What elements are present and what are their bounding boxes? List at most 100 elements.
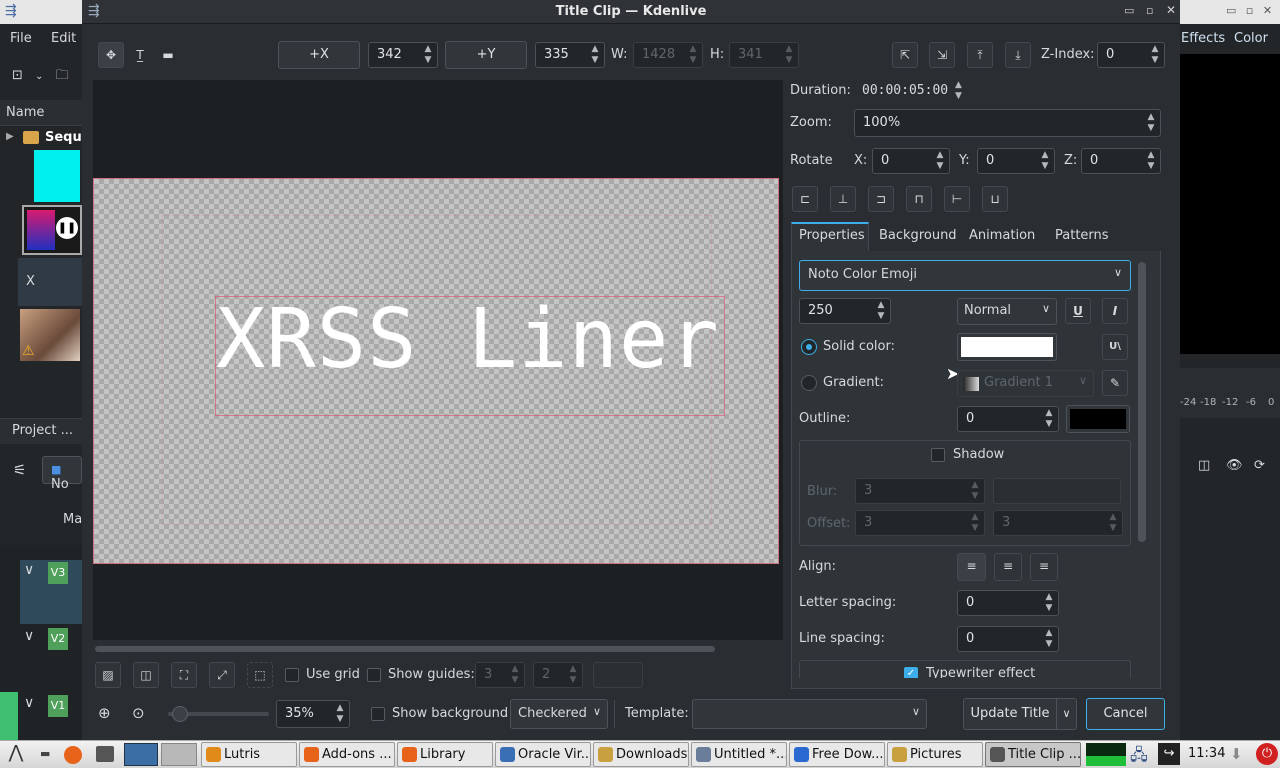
refresh-icon[interactable]: ⟳	[1254, 458, 1265, 473]
menu-edit[interactable]: Edit	[51, 31, 76, 46]
text-align-center-icon[interactable]: ≡	[994, 553, 1022, 581]
track-v2-collapse-icon[interactable]: ∨	[24, 628, 34, 644]
bg-maximize-icon[interactable]: ▫	[1246, 4, 1253, 17]
align-vcenter-icon[interactable]: ⊢	[944, 186, 970, 212]
folder-icon[interactable]: 🗀	[56, 68, 69, 83]
cancel-button[interactable]: Cancel	[1086, 698, 1165, 730]
height-spin[interactable]: 341 ▲ ▼	[729, 42, 799, 68]
outline-color-swatch[interactable]	[1066, 405, 1130, 433]
track-v2-badge[interactable]: V2	[48, 628, 68, 650]
zoom-percent-spin[interactable]: 35% ▲ ▼	[276, 700, 350, 728]
title-text[interactable]: XRSS Liner	[216, 290, 726, 390]
taskbar-item[interactable]: Untitled *...	[691, 742, 787, 767]
bg-image-icon[interactable]: ▨	[95, 662, 121, 688]
offset-y-spin[interactable]: 3 ▲ ▼	[993, 510, 1123, 536]
raise-icon[interactable]: ⇱	[892, 42, 918, 68]
clip-thumb-cyan[interactable]	[34, 150, 80, 202]
raise-top-icon[interactable]: ⤒	[967, 42, 993, 68]
zoom-spin[interactable]: 100% ▲ ▼	[854, 109, 1161, 137]
y-position-spin[interactable]: 335 ▲ ▼	[535, 42, 605, 68]
update-notifier-icon[interactable]: ⬇	[1230, 745, 1243, 763]
dialog-close-icon[interactable]: ✕	[1166, 3, 1176, 17]
eye-icon[interactable]: 👁	[1226, 458, 1243, 473]
taskbar-item-active[interactable]: Title Clip ...	[985, 742, 1081, 767]
track-v1-badge[interactable]: V1	[48, 695, 68, 717]
update-title-menu-button[interactable]: ∨	[1056, 698, 1077, 730]
line-spacing-spin[interactable]: 0 ▲ ▼	[957, 626, 1059, 652]
taskbar-item[interactable]: Downloads	[593, 742, 689, 767]
menu-file[interactable]: File	[10, 31, 32, 46]
fit-zoom-icon[interactable]: ⛶	[171, 662, 197, 688]
menu-effects[interactable]: Effects	[1181, 31, 1225, 46]
tab-patterns[interactable]: Patterns	[1055, 228, 1109, 243]
solid-color-swatch[interactable]	[957, 333, 1057, 361]
logout-icon[interactable]: ↪	[1158, 743, 1180, 765]
font-combo[interactable]: Noto Color Emoji ∨	[799, 260, 1131, 291]
zoom-in-icon[interactable]: ⊕	[98, 704, 111, 722]
bg-dropdown[interactable]: ■ No	[42, 456, 82, 492]
plus-y-button[interactable]: +Y	[445, 41, 527, 69]
workspace-2[interactable]	[161, 743, 197, 766]
shadow-checkbox[interactable]	[931, 448, 945, 462]
select-area-icon[interactable]: ⬚	[247, 662, 273, 688]
width-spin[interactable]: 1428 ▲ ▼	[633, 42, 703, 68]
settings-sliders-icon[interactable]: ⚟	[13, 461, 26, 479]
text-tool-icon[interactable]: T̲	[127, 42, 153, 68]
plus-x-button[interactable]: +X	[278, 41, 360, 69]
show-guides-checkbox[interactable]	[367, 668, 381, 682]
taskbar-item[interactable]: Pictures	[887, 742, 983, 767]
bg-minimize-icon[interactable]: ▭	[1226, 4, 1236, 17]
expand-view-icon[interactable]: ⤢	[209, 662, 235, 688]
template-combo[interactable]: ∨	[692, 699, 927, 729]
italic-icon[interactable]: I	[1102, 298, 1128, 324]
shadow-color-swatch[interactable]	[993, 478, 1121, 504]
edit-gradient-icon[interactable]: ✎	[1102, 370, 1128, 396]
align-top-edge-icon[interactable]: ⊓	[906, 186, 932, 212]
firefox-launcher-icon[interactable]	[64, 746, 82, 764]
chevron-down-icon[interactable]: ⌄	[35, 71, 43, 82]
dialog-minimize-icon[interactable]: ▭	[1124, 4, 1134, 17]
dialog-maximize-icon[interactable]: ▫	[1146, 4, 1153, 17]
track-v3-collapse-icon[interactable]: ∨	[24, 562, 34, 578]
rotate-z-spin[interactable]: 0 ▲ ▼	[1081, 148, 1161, 174]
offset-x-spin[interactable]: 3 ▲ ▼	[855, 510, 985, 536]
view-icon[interactable]: ⊡	[12, 68, 23, 83]
select-tool-icon[interactable]: ✥	[98, 42, 124, 68]
menu-color[interactable]: Color	[1234, 31, 1268, 46]
taskbar-item[interactable]: Free Dow...	[789, 742, 885, 767]
bg-close-icon[interactable]: ✕	[1263, 4, 1272, 17]
track-v3-badge[interactable]: V3	[48, 562, 68, 584]
track-v1-collapse-icon[interactable]: ∨	[24, 695, 34, 711]
solid-color-radio[interactable]	[801, 339, 817, 355]
show-desktop-icon[interactable]: ▬	[40, 747, 50, 760]
tab-background[interactable]: Background	[879, 228, 957, 243]
split-view-icon[interactable]: ◫	[133, 662, 159, 688]
zoom-slider[interactable]	[168, 706, 269, 722]
text-align-left-icon[interactable]: ≡	[957, 553, 986, 581]
background-combo[interactable]: Checkered ∨	[510, 699, 608, 729]
rect-tool-icon[interactable]: ▬	[155, 42, 181, 68]
blur-spin[interactable]: 3 ▲ ▼	[855, 478, 985, 504]
align-hcenter-icon[interactable]: ⊥	[830, 186, 856, 212]
duration-arrows-icon[interactable]: ▲ ▼	[955, 80, 962, 102]
network-icon[interactable]: 🖧	[1130, 744, 1148, 768]
properties-scrollbar[interactable]	[1138, 262, 1146, 542]
guides-color-swatch[interactable]	[593, 662, 643, 688]
expand-arrow-icon[interactable]: ▶	[6, 131, 14, 142]
split-icon[interactable]: ◫	[1198, 458, 1210, 473]
use-grid-checkbox[interactable]	[285, 668, 299, 682]
scrollbar-handle[interactable]	[95, 646, 715, 652]
guides-horizontal-spin[interactable]: 3 ▲ ▼	[475, 662, 525, 688]
workspace-1[interactable]	[124, 743, 158, 766]
update-title-button[interactable]: Update Title	[963, 698, 1057, 730]
align-right-edge-icon[interactable]: ⊐	[868, 186, 894, 212]
rotate-x-spin[interactable]: 0 ▲ ▼	[872, 148, 950, 174]
align-left-edge-icon[interactable]: ⊏	[792, 186, 818, 212]
gradient-combo[interactable]: Gradient 1 ∨	[957, 370, 1094, 397]
tab-animation[interactable]: Animation	[969, 228, 1035, 243]
taskbar-item[interactable]: Oracle Vir...	[495, 742, 591, 767]
typewriter-checkbox[interactable]: ✓	[904, 667, 918, 678]
clip-thumb-title[interactable]: ❚❚	[22, 205, 82, 255]
power-icon[interactable]: ⏻	[1256, 743, 1278, 765]
clock[interactable]: 11:34	[1188, 746, 1225, 761]
